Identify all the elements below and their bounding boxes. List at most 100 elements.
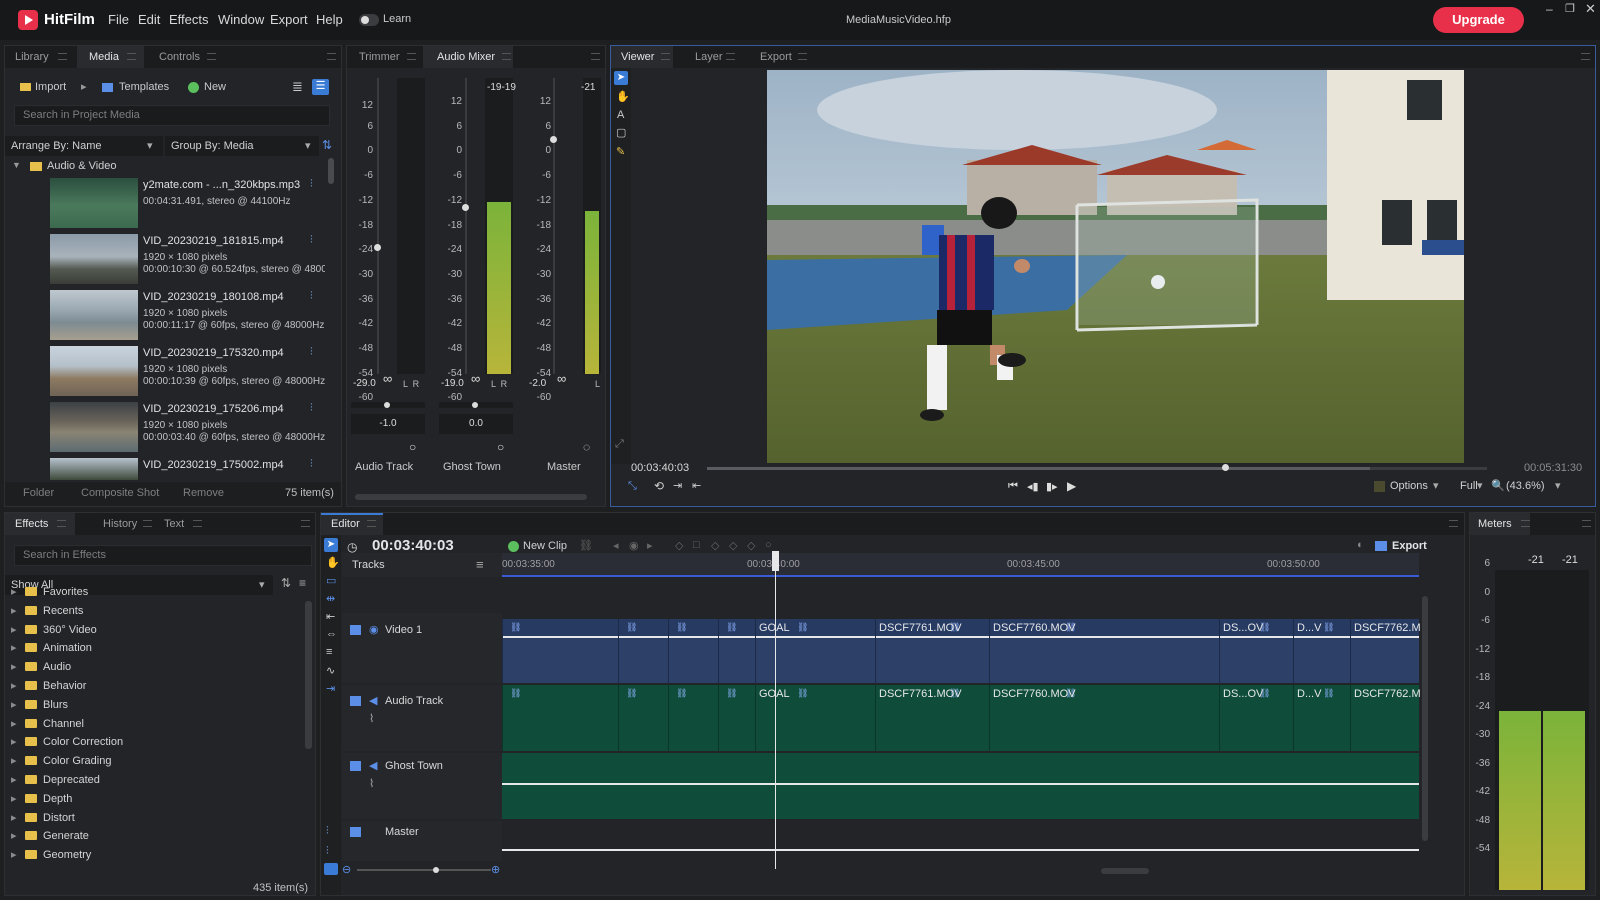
video-frame[interactable]: [767, 70, 1464, 463]
pan-knob[interactable]: [384, 402, 390, 408]
effect-category[interactable]: ▸ Channel: [11, 717, 84, 734]
tab-history[interactable]: History: [103, 518, 137, 530]
clip-boundary[interactable]: [502, 685, 503, 751]
tab-menu-icon[interactable]: [207, 53, 216, 60]
expand-icon[interactable]: ⤢: [615, 438, 624, 451]
fit-icon[interactable]: ⤡: [628, 480, 637, 493]
tab-viewer[interactable]: Viewer: [621, 51, 654, 63]
tab-meters[interactable]: Meters: [1478, 518, 1512, 530]
tab-menu-icon[interactable]: [502, 53, 511, 60]
learn-toggle[interactable]: [359, 14, 379, 26]
panel-menu-icon[interactable]: [1449, 520, 1458, 527]
pan-slider[interactable]: [351, 402, 425, 408]
expand-arrow-icon[interactable]: ▸: [11, 735, 19, 748]
tab-trimmer[interactable]: Trimmer: [359, 51, 400, 63]
volume-fader-track[interactable]: [465, 78, 467, 374]
audio-levels-icon[interactable]: ⫶: [310, 458, 313, 471]
tab-menu-icon[interactable]: [57, 520, 66, 527]
clip-boundary[interactable]: [718, 619, 719, 683]
tab-menu-icon[interactable]: [143, 520, 152, 527]
tab-library[interactable]: Library: [15, 51, 49, 63]
menu-export[interactable]: Export: [270, 12, 308, 27]
menu-help[interactable]: Help: [316, 12, 343, 27]
keyframe-remove-icon[interactable]: ○: [765, 539, 772, 551]
pan-value[interactable]: 0.0: [439, 414, 513, 434]
timeline-hscrollbar[interactable]: [1101, 868, 1149, 874]
automation-icon[interactable]: ⌇: [369, 712, 374, 725]
tab-layer[interactable]: Layer: [695, 51, 723, 63]
clip-boundary[interactable]: [618, 685, 619, 751]
go-to-start-icon[interactable]: ⏮: [1008, 480, 1018, 493]
rate-tool-icon[interactable]: ∿: [326, 664, 335, 677]
slip-tool-icon[interactable]: ⇹: [326, 592, 335, 605]
expand-arrow-icon[interactable]: ▸: [11, 585, 19, 598]
clip-link-icon[interactable]: ⛓: [1323, 622, 1334, 633]
sort-icon[interactable]: ⇅: [281, 576, 291, 590]
expand-arrow-icon[interactable]: ▸: [11, 811, 19, 824]
zoom-out-icon[interactable]: ⊖: [342, 863, 351, 876]
visibility-eye-icon[interactable]: ◉: [369, 623, 379, 636]
list-view-icon[interactable]: ≣: [292, 79, 303, 95]
expand-arrow-icon[interactable]: ▸: [11, 641, 19, 654]
slide-tool-icon[interactable]: ⇤: [326, 610, 335, 623]
zoom-level[interactable]: (43.6%): [1506, 480, 1545, 492]
new-clip-button[interactable]: New Clip: [523, 540, 567, 552]
time-ruler[interactable]: 00:03:35:00 00:03:40:00 00:03:45:00 00:0…: [502, 553, 1419, 577]
expand-arrow-icon[interactable]: ▸: [11, 717, 19, 730]
volume-fader-knob[interactable]: [374, 244, 381, 251]
clip-boundary[interactable]: [502, 619, 503, 683]
folder-button[interactable]: Folder: [23, 487, 54, 499]
keyframe-next-icon[interactable]: ◇: [729, 539, 737, 552]
folder-icon[interactable]: [350, 761, 361, 771]
tab-effects[interactable]: Effects: [15, 518, 48, 530]
effect-category[interactable]: ▸ Recents: [11, 604, 83, 621]
tab-menu-icon[interactable]: [726, 53, 735, 60]
clip-boundary[interactable]: [1219, 619, 1220, 683]
overlay-icon[interactable]: ⇤: [692, 479, 701, 492]
mixer-scrollbar[interactable]: [355, 494, 587, 500]
volume-fader-track[interactable]: [553, 78, 555, 374]
ghost-town-lane[interactable]: [502, 753, 1419, 819]
effects-scrollbar[interactable]: [305, 601, 312, 749]
text-tool-icon[interactable]: A: [617, 109, 624, 121]
audio-levels-icon[interactable]: ⫶: [310, 402, 313, 415]
audio-levels-icon[interactable]: ⫶: [310, 178, 313, 191]
tab-menu-icon[interactable]: [661, 53, 670, 60]
clip-boundary[interactable]: [1293, 619, 1294, 683]
automation-icon[interactable]: ⌇: [369, 777, 374, 790]
master-volume-line[interactable]: [502, 849, 1419, 851]
clip-link-icon[interactable]: ⛓: [726, 622, 737, 633]
clip-boundary[interactable]: [1350, 685, 1351, 751]
select-tool-icon[interactable]: ➤: [614, 71, 628, 85]
clip-link-icon[interactable]: ⛓: [676, 688, 687, 699]
next-edit-icon[interactable]: ▸: [647, 539, 653, 552]
effect-category[interactable]: ▸ Color Grading: [11, 754, 111, 771]
panel-menu-icon[interactable]: [301, 520, 310, 527]
folder-icon[interactable]: [350, 696, 361, 706]
clip-boundary[interactable]: [668, 685, 669, 751]
expand-arrow-icon[interactable]: ▸: [11, 604, 19, 617]
clip-boundary[interactable]: [1219, 685, 1220, 751]
panel-menu-icon[interactable]: [1582, 520, 1591, 527]
effect-category[interactable]: ▸ Depth: [11, 792, 72, 809]
clip-boundary[interactable]: [875, 619, 876, 683]
clip-link-icon[interactable]: ⛓: [626, 688, 637, 699]
media-scrollbar[interactable]: [328, 158, 334, 184]
clip-link-icon[interactable]: ⛓: [797, 622, 808, 633]
marker-icon[interactable]: □: [693, 539, 700, 551]
effect-category[interactable]: ▸ Behavior: [11, 679, 86, 696]
folder-icon[interactable]: [350, 625, 361, 635]
color-swatch-icon[interactable]: [1374, 481, 1385, 492]
folder-icon[interactable]: [350, 827, 361, 837]
tab-menu-icon[interactable]: [127, 53, 136, 60]
expand-arrow-icon[interactable]: ▸: [11, 623, 19, 636]
expand-arrow-icon[interactable]: ▸: [11, 754, 19, 767]
quality-dropdown[interactable]: Full: [1460, 480, 1478, 492]
arrange-dropdown[interactable]: Arrange By: Name ▾: [5, 136, 163, 156]
step-back-icon[interactable]: ◂▮: [1027, 480, 1039, 493]
tab-audio-mixer[interactable]: Audio Mixer: [437, 51, 495, 63]
expand-arrow-icon[interactable]: ▸: [11, 829, 19, 842]
keyframe-add-icon[interactable]: ◇: [747, 539, 755, 552]
effect-category[interactable]: ▸ Distort: [11, 811, 75, 828]
maximize-icon[interactable]: ❐: [1565, 2, 1575, 15]
